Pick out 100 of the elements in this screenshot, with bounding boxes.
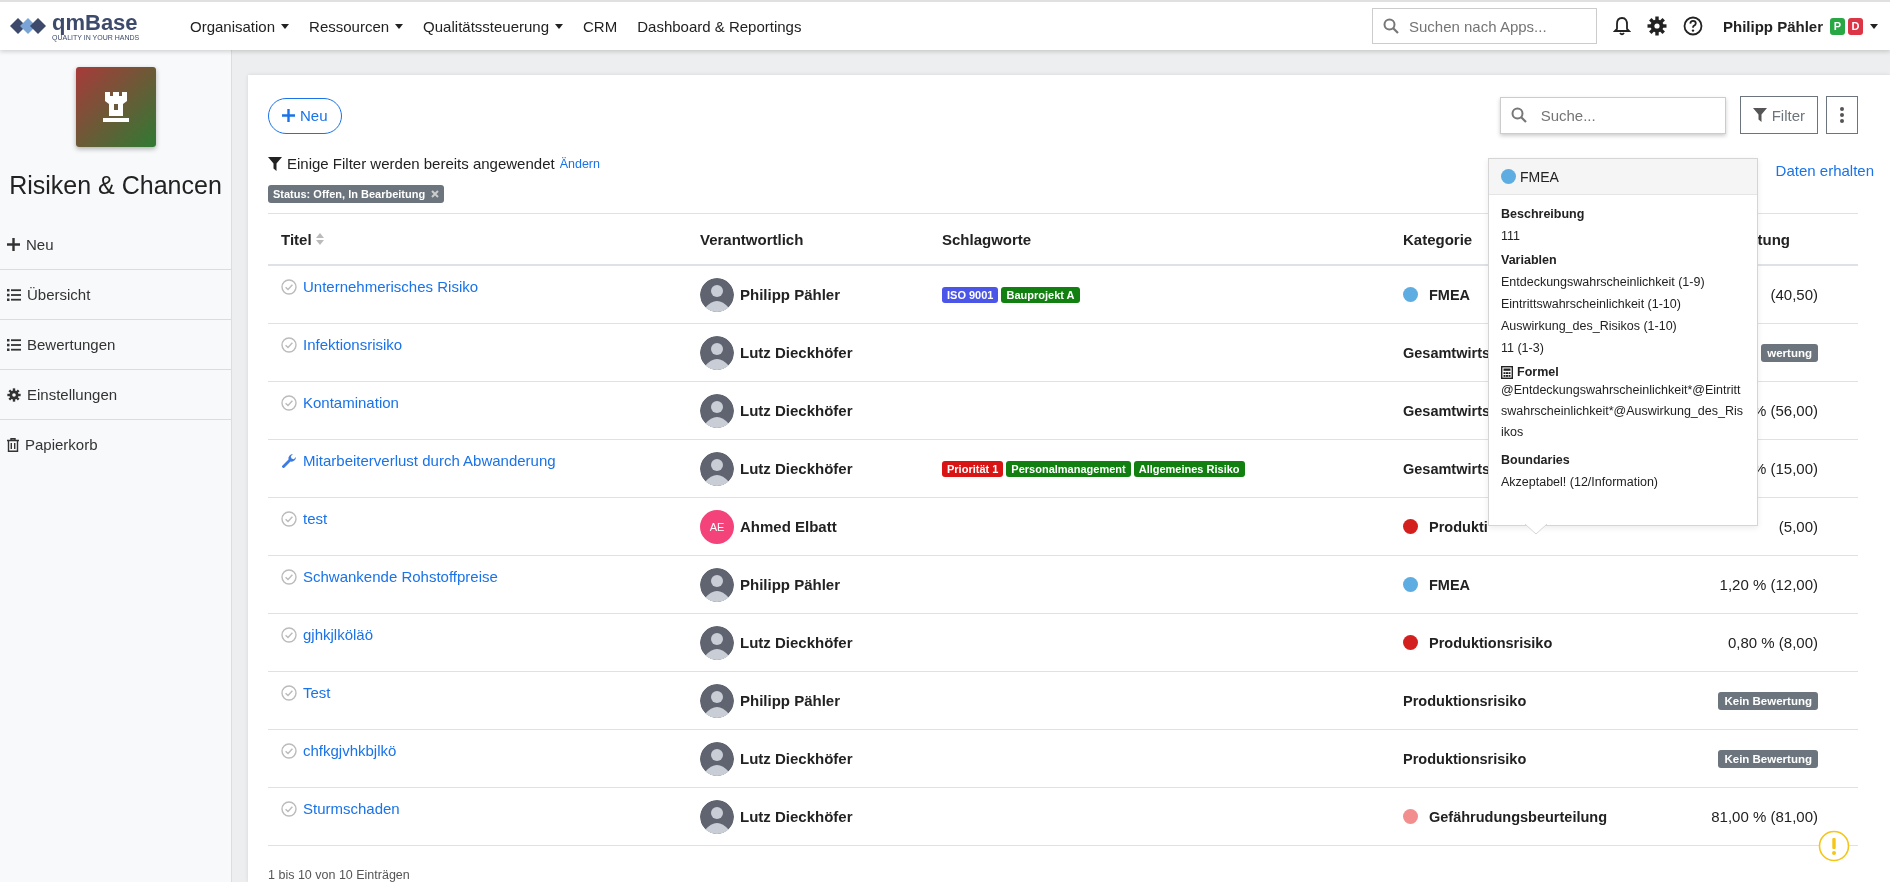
avatar: AE <box>700 509 734 544</box>
search-field[interactable]: Suche... <box>1499 96 1726 134</box>
column-header: Schlagworte <box>941 230 1033 248</box>
popover-title: FMEA <box>1520 168 1559 185</box>
owner-name: Lutz Dieckhöfer <box>740 634 853 651</box>
risk-title-link[interactable]: Sturmschaden <box>303 800 400 817</box>
tag: Priorität 1 <box>942 460 1004 477</box>
column-header[interactable]: Titel <box>268 230 337 248</box>
sidebar-item[interactable]: Bewertungen <box>0 320 231 370</box>
help-icon[interactable] <box>1682 16 1703 36</box>
category-name: Gefährudungsbeurteilung <box>1429 808 1608 825</box>
entries-count: 1 bis 10 von 10 Einträgen <box>268 868 411 882</box>
filter-icon <box>1752 108 1767 122</box>
rating-value: 1,20 % (12,00) <box>1719 576 1818 593</box>
column-header: Verantwortlich <box>700 230 805 248</box>
logo-name: qmBase <box>52 11 139 34</box>
nav-menu[interactable]: CRM <box>577 13 624 39</box>
list-icon <box>7 338 21 351</box>
owner-name: Lutz Dieckhöfer <box>740 344 853 361</box>
category-name: Gesamtwirts <box>1403 344 1491 361</box>
avatar-icon <box>700 799 734 834</box>
search-icon <box>1382 18 1399 34</box>
sidebar-item[interactable]: Neu <box>0 220 231 270</box>
tag: ISO 9001 <box>942 286 999 303</box>
risk-title-link[interactable]: test <box>303 510 328 527</box>
section-heading: Beschreibung <box>1501 207 1585 221</box>
trash-icon <box>7 437 19 452</box>
user-badge: P <box>1830 17 1845 35</box>
risk-title-link[interactable]: Unternehmerisches Risiko <box>303 278 479 295</box>
avatar-icon <box>700 741 734 776</box>
sidebar-item[interactable]: Übersicht <box>0 270 231 320</box>
owner-name: Lutz Dieckhöfer <box>740 808 853 825</box>
risk-title-link[interactable]: Mitarbeiterverlust durch Abwanderung <box>303 452 556 469</box>
avatar-icon <box>700 451 734 486</box>
nav-menu[interactable]: Ressourcen <box>303 13 410 39</box>
section-text: Entdeckungswahrscheinlichkeit (1-9) <box>1501 275 1706 289</box>
section-text: Akzeptabel! (12/Information) <box>1501 475 1660 489</box>
category-name: FMEA <box>1429 286 1471 303</box>
plus-icon <box>282 109 295 122</box>
risk-title-link[interactable]: chfkgjvhkbjlkö <box>303 742 397 759</box>
category-name: Gesamtwirts <box>1403 402 1491 419</box>
get-data-link[interactable]: Daten erhalten <box>1775 162 1874 179</box>
app-search-field[interactable]: Suchen nach Apps... <box>1371 8 1597 44</box>
owner-name: Philipp Pähler <box>740 286 841 303</box>
category-name: Produktionsrisiko <box>1403 750 1527 767</box>
nav-menu[interactable]: Organisation <box>184 13 296 39</box>
rating-value: 81,00 % (81,00) <box>1711 808 1818 825</box>
tag: Personalmanagement <box>1006 460 1131 477</box>
tower-icon <box>100 90 131 124</box>
more-options-button[interactable] <box>1826 96 1858 134</box>
risk-title-link[interactable]: Kontamination <box>303 394 399 411</box>
avatar-icon <box>700 393 734 428</box>
risk-title-link[interactable]: Schwankende Rohstoffpreise <box>303 568 498 585</box>
avatar-icon <box>700 683 734 718</box>
category-name: FMEA <box>1429 576 1471 593</box>
app-title: Risiken & Chancen <box>9 171 222 200</box>
notification-bell-icon[interactable] <box>1612 16 1631 36</box>
plus-icon <box>7 238 20 251</box>
settings-icon[interactable] <box>1646 16 1667 36</box>
section-heading: Formel <box>1517 365 1559 379</box>
risk-title-link[interactable]: gjhkjlköläö <box>303 626 374 643</box>
owner-name: Philipp Pähler <box>740 576 841 593</box>
user-menu[interactable]: Philipp Pähler P D <box>1718 17 1882 35</box>
sidebar-item[interactable]: Einstellungen <box>0 370 231 420</box>
calculator-icon <box>1501 365 1513 379</box>
rating-value: 0,80 % (8,00) <box>1727 634 1818 651</box>
column-header: tung <box>1756 230 1791 248</box>
change-filter-link[interactable]: Ändern <box>559 156 600 171</box>
category-name: Produktionsrisiko <box>1429 634 1553 651</box>
section-text: Eintrittswahrscheinlichkeit (1-10) <box>1501 297 1682 311</box>
new-button[interactable]: Neu <box>268 97 342 134</box>
settings-icon <box>7 387 21 402</box>
rating-badge: Kein Bewertung <box>1718 691 1818 710</box>
avatar-icon <box>700 335 734 370</box>
rating-badge: Kein Bewertung <box>1718 749 1818 768</box>
risk-title-link[interactable]: Infektionsrisiko <box>303 336 403 353</box>
nav-menu[interactable]: Qualitätssteuerung <box>417 13 570 39</box>
avatar-icon <box>700 625 734 660</box>
avatar-icon <box>700 567 734 602</box>
owner-name: Lutz Dieckhöfer <box>740 460 853 477</box>
owner-name: Lutz Dieckhöfer <box>740 750 853 767</box>
list-icon <box>7 288 21 301</box>
sort-icon <box>315 233 324 245</box>
kebab-icon <box>1840 107 1844 123</box>
sidebar-item[interactable]: Papierkorb <box>0 420 231 469</box>
risk-title-link[interactable]: Test <box>303 684 331 701</box>
filter-chip: Status: Offen, In Bearbeitung <box>268 185 445 203</box>
column-header: Kategorie <box>1403 230 1474 248</box>
remove-icon[interactable] <box>431 190 440 198</box>
category-name: Produktionsrisiko <box>1403 692 1527 709</box>
filter-icon <box>268 156 282 171</box>
section-text: 111 <box>1501 229 1521 243</box>
nav-menu[interactable]: Dashboard & Reportings <box>631 13 808 39</box>
user-badge: D <box>1848 17 1863 35</box>
rating-value: (5,00) <box>1778 518 1818 535</box>
owner-name: Ahmed Elbatt <box>740 518 837 535</box>
filter-notice: Einige Filter werden bereits angewendet <box>287 155 555 172</box>
category-name: Produkti <box>1429 518 1488 535</box>
section-text: Auswirkung_des_Risikos (1-10) <box>1501 319 1678 333</box>
filter-button[interactable]: Filter <box>1739 96 1818 134</box>
